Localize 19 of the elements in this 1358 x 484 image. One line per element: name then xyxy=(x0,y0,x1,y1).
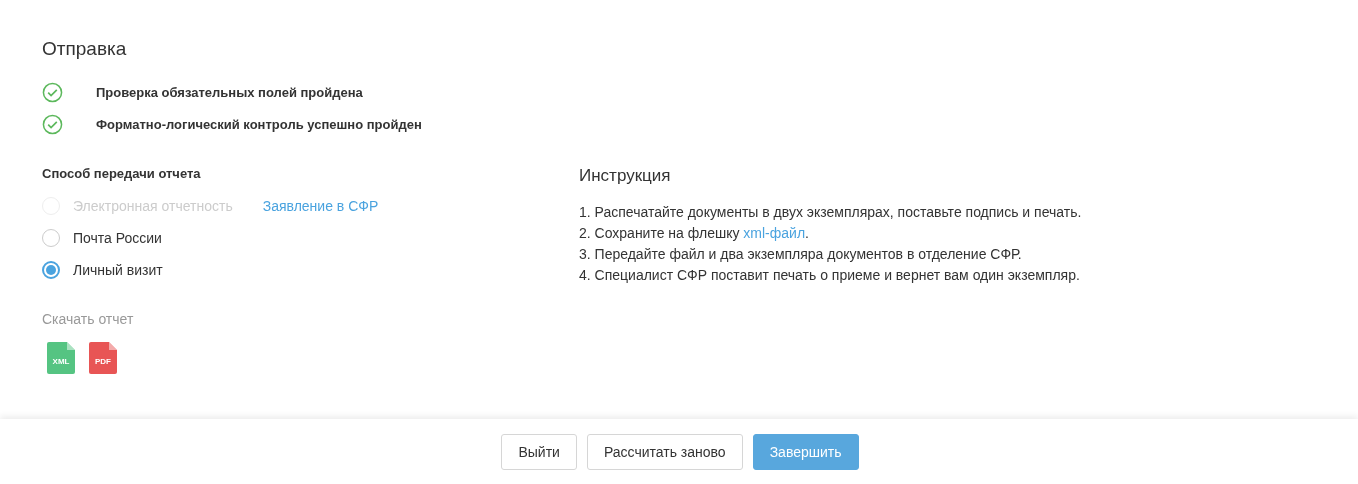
action-button[interactable]: Рассчитать заново xyxy=(586,433,743,470)
instruction-step: 1. Распечатайте документы в двух экземплярах, поставьте подпись и печать. xyxy=(579,202,1082,223)
instruction-step: 2. Сохраните на флешку xml-файл. xyxy=(579,223,1082,244)
instruction-step: 3. Передайте файл и два экземпляра документов в отделение СФР. xyxy=(579,244,1082,265)
action-button[interactable]: Выйти xyxy=(501,433,577,470)
download-label: Скачать отчет xyxy=(42,311,134,327)
radio-label[interactable]: Личный визит xyxy=(73,262,163,278)
instruction-title: Инструкция xyxy=(579,166,671,186)
radio-button[interactable] xyxy=(42,261,60,279)
finish-button[interactable]: Завершить xyxy=(752,433,859,470)
check-text: Форматно-логический контроль успешно пройден xyxy=(96,116,422,132)
section-title: Отправка xyxy=(42,38,128,60)
pdf-file-icon[interactable]: PDF xyxy=(89,342,117,374)
field-label: Способ передачи отчета xyxy=(42,166,201,181)
xml-file-icon[interactable]: XML xyxy=(47,342,75,374)
radio-label[interactable]: Почта России xyxy=(73,230,162,246)
radio-button[interactable] xyxy=(42,229,60,247)
instruction-step: 4. Специалист СФР поставит печать о приеме и вернет вам один экземпляр. xyxy=(579,265,1082,286)
check-text: Проверка обязательных полей пройдена xyxy=(96,84,363,100)
